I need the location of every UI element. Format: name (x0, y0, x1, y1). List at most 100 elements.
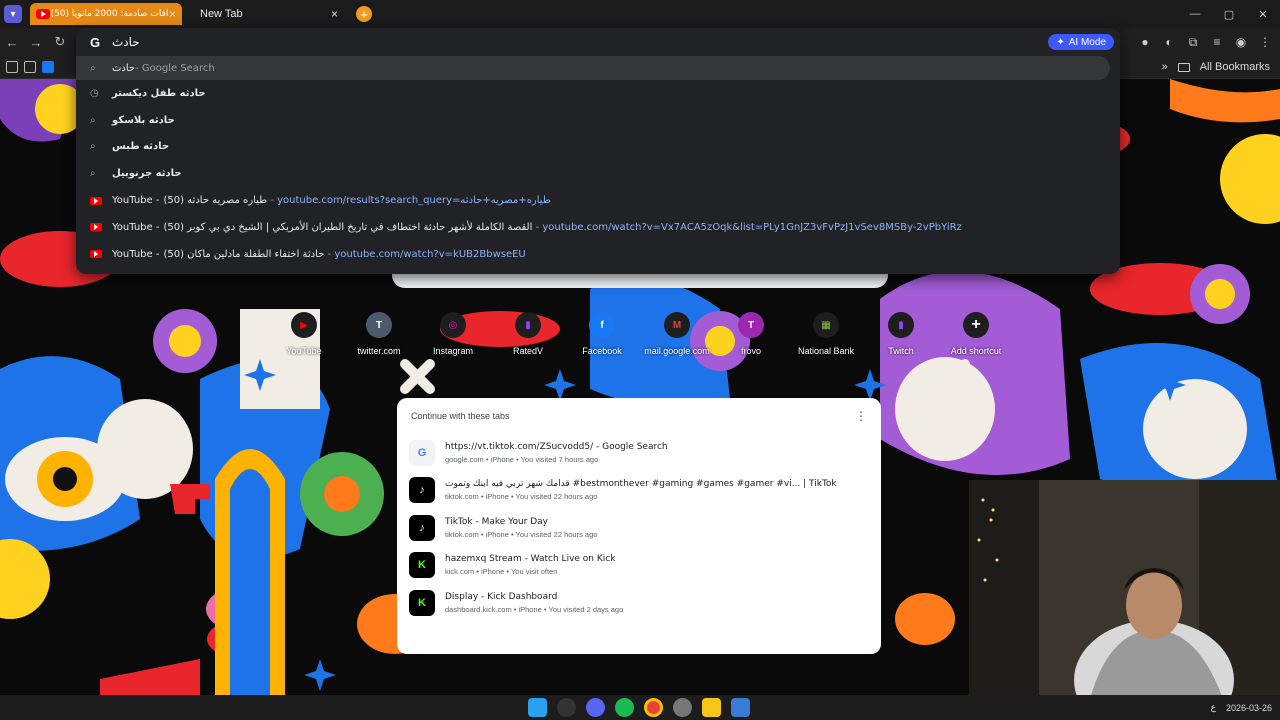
clock-date[interactable]: 2026-03-26 (1226, 703, 1272, 713)
windows-start-icon[interactable] (528, 698, 547, 717)
continue-item-title: TikTok - Make Your Day (445, 516, 549, 527)
gmail-icon: M (664, 312, 690, 338)
continue-item-meta: google.com • iPhone • You visited 7 hour… (445, 454, 599, 464)
suggestion-item[interactable]: ⌕ حادثه طبس (76, 134, 1120, 161)
instagram-icon: ◎ (440, 312, 466, 338)
continue-item[interactable]: G https://vt.tiktok.com/ZSucvodd5/ - Goo… (397, 434, 881, 472)
close-window-icon[interactable]: ✕ (1246, 8, 1280, 21)
tiktok-icon: ♪ (409, 514, 435, 541)
suggestion-url: youtube.com/results?search_query=طياره+م… (277, 195, 551, 207)
shortcut-label: RatedV (512, 346, 544, 356)
chevron-right-icon[interactable]: » (1162, 61, 1168, 73)
suggestion-text: طياره مصريه حادثه (50) (163, 195, 268, 207)
profile-avatar[interactable]: ◉ (1234, 35, 1248, 49)
kick-icon: K (409, 552, 435, 579)
extension-icon[interactable]: ◐ (1162, 35, 1176, 49)
system-tray: ع 2026-03-26 (1211, 702, 1272, 713)
shortcut-label: mail.google.com (644, 346, 710, 356)
continue-item[interactable]: ♪ قدامك شهر تربي فيه ابنك وتموت #bestmon… (397, 472, 881, 510)
shortcut-twitter[interactable]: T twitter.com (339, 312, 419, 356)
shortcut-instagram[interactable]: ◎ Instagram (413, 312, 493, 356)
extension-icon[interactable]: ● (1138, 35, 1152, 49)
continue-item-meta: tiktok.com • iPhone • You visited 22 hou… (445, 529, 598, 539)
spotify-icon[interactable] (615, 698, 634, 717)
suggestion-text: حادثه طبس (112, 141, 170, 153)
suggestion-item[interactable]: ⌕ حادث - Google Search (76, 56, 1110, 80)
forward-icon[interactable]: → (24, 35, 48, 50)
youtube-icon: ▶ (291, 312, 317, 338)
new-tab-button[interactable]: + (356, 6, 372, 22)
search-icon: ⌕ (90, 62, 96, 74)
shortcut-label: Instagram (432, 346, 474, 356)
kick-icon: K (409, 589, 435, 616)
suggestion-item[interactable]: ⌕ حادثه بلاسكو (76, 107, 1120, 134)
file-explorer-icon[interactable] (702, 698, 721, 717)
continue-item[interactable]: ♪ TikTok - Make Your Day tiktok.com • iP… (397, 509, 881, 547)
tab-new-tab[interactable]: New Tab × (194, 3, 344, 25)
continue-item-meta: kick.com • iPhone • You visit often (445, 567, 558, 577)
continue-item-meta: tiktok.com • iPhone • You visited 22 hou… (445, 492, 598, 502)
facebook-icon[interactable] (42, 61, 54, 73)
tab-title: New Tab (200, 8, 243, 20)
tab-groups-icon[interactable] (6, 61, 18, 73)
google-icon: G (90, 34, 101, 50)
suggestion-url: youtube.com/watch?v=kUB2BbwseEU (334, 248, 526, 260)
all-bookmarks[interactable]: All Bookmarks (1200, 61, 1270, 73)
language-indicator[interactable]: ع (1211, 702, 1216, 713)
continue-item[interactable]: K Display - Kick Dashboard dashboard.kic… (397, 584, 881, 622)
shortcut-label: Add shortcut (950, 346, 1002, 356)
reload-icon[interactable]: ↻ (48, 34, 72, 50)
webcam-feed (969, 480, 1280, 702)
shortcut-bank[interactable]: ▦ National Bank (786, 312, 866, 356)
separator: - (324, 248, 335, 260)
app-icon[interactable] (731, 698, 750, 717)
history-icon: ◷ (90, 87, 99, 99)
shortcut-gmail[interactable]: M mail.google.com (637, 312, 717, 356)
suggestion-item[interactable]: YouTube - القصة الكاملة لأشهر حادثة اختط… (76, 214, 1120, 241)
continue-item[interactable]: K hazemxq Stream - Watch Live on Kick ki… (397, 547, 881, 585)
shortcut-facebook[interactable]: f Facebook (562, 312, 642, 356)
continue-item-meta: dashboard.kick.com • iPhone • You visite… (445, 604, 624, 614)
youtube-icon (90, 223, 102, 232)
webcam-overlay (969, 480, 1280, 702)
settings-icon[interactable] (673, 698, 692, 717)
discord-icon[interactable] (586, 698, 605, 717)
kebab-menu-icon[interactable]: ⋮ (1258, 35, 1272, 49)
separator: - (532, 221, 543, 233)
ai-mode-button[interactable]: ✦ AI Mode (1048, 34, 1114, 50)
close-icon[interactable]: × (169, 7, 176, 21)
continue-item-title: https://vt.tiktok.com/ZSucvodd5/ - Googl… (445, 441, 668, 452)
shortcut-youtube[interactable]: ▶ YouTube (264, 312, 344, 356)
apps-icon[interactable] (24, 61, 36, 73)
app-icon[interactable] (557, 698, 576, 717)
search-icon: ⌕ (90, 114, 96, 126)
suggestion-item[interactable]: YouTube - حادثة اختفاء الطفلة مادلين ماك… (76, 241, 1120, 268)
tab-search-button[interactable]: ▾ (4, 5, 22, 23)
continue-item-title: قدامك شهر تربي فيه ابنك وتموت #bestmonth… (445, 479, 837, 490)
suggestion-suffix: - Google Search (135, 62, 215, 74)
tab-youtube[interactable]: (50) اعترافات صادمة: 2000 مانويا × (30, 3, 182, 25)
continue-heading: Continue with these tabs (411, 411, 510, 421)
suggestion-item[interactable]: ◷ حادثه طفل ديكستر (76, 80, 1120, 107)
search-icon: ⌕ (90, 141, 96, 153)
menu-lines-icon[interactable]: ≡ (1210, 35, 1224, 49)
bookmarks-right: » All Bookmarks (1162, 61, 1270, 73)
shortcut-twitch[interactable]: ▮ Twitch (861, 312, 941, 356)
maximize-icon[interactable]: ▢ (1212, 8, 1246, 21)
shortcut-frovo[interactable]: T frovo (711, 312, 791, 356)
suggestion-text: حادثه بلاسكو (112, 114, 175, 126)
back-icon[interactable]: ← (0, 35, 24, 50)
omnibox-input-row: G ✦ AI Mode (76, 28, 1120, 56)
add-shortcut-button[interactable]: + Add shortcut (936, 312, 1016, 356)
minimize-icon[interactable]: — (1178, 8, 1212, 20)
suggestion-item[interactable]: YouTube - طياره مصريه حادثه (50) - youtu… (76, 187, 1120, 214)
facebook-icon: f (589, 312, 615, 338)
suggestion-item[interactable]: ⌕ حادثه جرنوبيل (76, 160, 1120, 187)
kebab-menu-icon[interactable]: ⋮ (855, 409, 867, 423)
puzzle-icon[interactable]: ⧉ (1186, 35, 1200, 50)
suggestion-prefix: YouTube - (112, 195, 160, 207)
chrome-icon[interactable] (644, 698, 663, 717)
address-bar-input[interactable] (112, 35, 412, 49)
shortcut-ratedv[interactable]: ▮ RatedV (488, 312, 568, 356)
close-icon[interactable]: × (331, 7, 338, 21)
